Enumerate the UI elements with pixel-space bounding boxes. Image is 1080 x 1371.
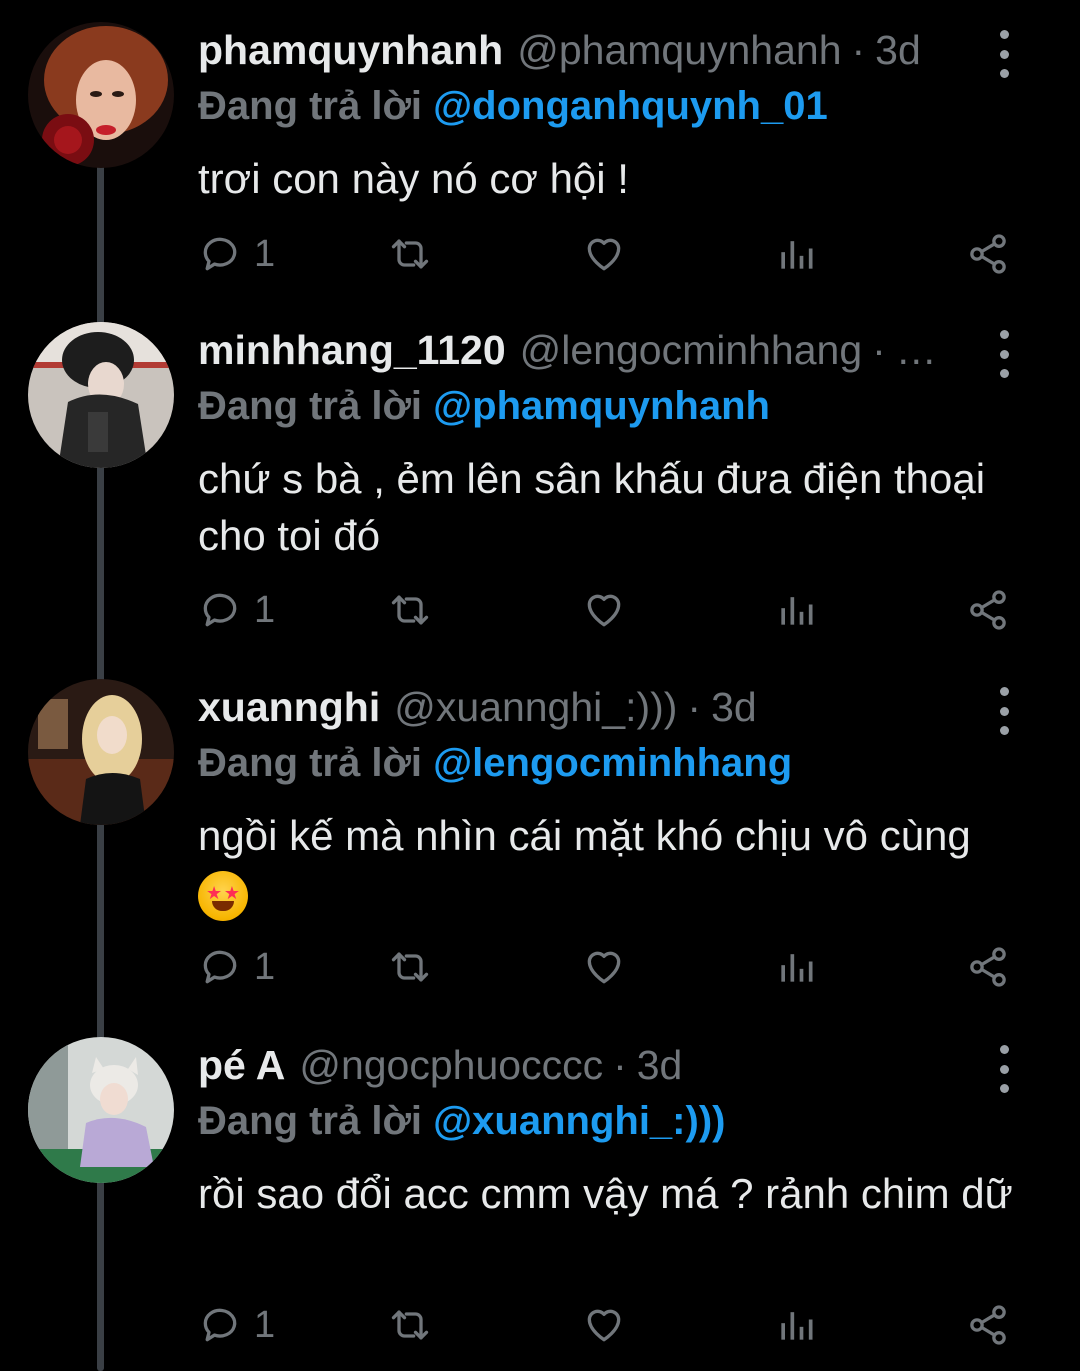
timestamp[interactable]: … — [896, 327, 937, 374]
timestamp[interactable]: 3d — [637, 1042, 683, 1089]
user-handle[interactable]: @lengocminhhang — [520, 327, 863, 374]
more-options-icon[interactable] — [992, 1045, 1016, 1093]
star-struck-emoji-icon: ★ ★ — [198, 870, 248, 921]
tweet-reply[interactable]: phamquynhanh @phamquynhanh · 3d Đang trả… — [0, 22, 1080, 312]
user-handle[interactable]: @phamquynhanh — [517, 27, 841, 74]
retweet-icon — [391, 1310, 429, 1340]
replying-label: Đang trả lời — [198, 84, 423, 128]
like-button[interactable] — [582, 580, 626, 640]
reply-count: 1 — [254, 945, 276, 988]
views-icon — [781, 241, 813, 269]
share-icon — [970, 947, 1006, 987]
heart-icon — [587, 238, 621, 271]
avatar[interactable] — [28, 22, 174, 168]
views-button[interactable] — [774, 1295, 818, 1355]
reply-count: 1 — [254, 588, 276, 631]
reply-button[interactable]: 1 — [198, 224, 275, 284]
user-handle[interactable]: @ngocphuocccc — [299, 1042, 603, 1089]
tweet-reply[interactable]: pé A @ngocphuocccc · 3d Đang trả lời @xu… — [0, 1037, 1080, 1367]
retweet-button[interactable] — [388, 580, 432, 640]
reply-icon — [203, 593, 237, 627]
views-button[interactable] — [774, 224, 818, 284]
views-icon — [781, 597, 813, 625]
display-name[interactable]: minhhang_1120 — [198, 327, 506, 374]
separator-dot: · — [851, 26, 866, 73]
share-icon — [970, 1305, 1006, 1345]
tweet-text: chứ s bà , ẻm lên sân khấu đưa điện thoạ… — [198, 455, 986, 559]
share-button[interactable] — [966, 937, 1010, 997]
replying-to: Đang trả lời @xuannghi_:))) — [198, 1095, 1050, 1147]
display-name[interactable]: xuannghi — [198, 684, 380, 731]
retweet-icon — [391, 595, 429, 625]
retweet-icon — [391, 239, 429, 269]
action-bar: 1 — [198, 580, 1018, 640]
replying-label: Đang trả lời — [198, 1099, 423, 1143]
action-bar: 1 — [198, 1295, 1018, 1355]
like-button[interactable] — [582, 224, 626, 284]
avatar[interactable] — [28, 322, 174, 468]
display-name[interactable]: phamquynhanh — [198, 27, 503, 74]
timestamp[interactable]: 3d — [875, 27, 921, 74]
reply-icon — [203, 950, 237, 984]
share-button[interactable] — [966, 224, 1010, 284]
replying-to: Đang trả lời @lengocminhhang — [198, 737, 1050, 789]
views-button[interactable] — [774, 580, 818, 640]
reply-icon — [203, 1308, 237, 1342]
retweet-icon — [391, 952, 429, 982]
action-bar: 1 — [198, 937, 1018, 997]
reply-mention-link[interactable]: @donganhquynh_01 — [433, 84, 828, 128]
share-icon — [970, 234, 1006, 274]
like-button[interactable] — [582, 1295, 626, 1355]
user-handle[interactable]: @xuannghi_:))) — [394, 684, 677, 731]
heart-icon — [587, 1309, 621, 1342]
reply-button[interactable]: 1 — [198, 937, 275, 997]
retweet-button[interactable] — [388, 1295, 432, 1355]
display-name[interactable]: pé A — [198, 1042, 285, 1089]
replying-to: Đang trả lời @phamquynhanh — [198, 380, 1050, 432]
avatar[interactable] — [28, 1037, 174, 1183]
tweet-text: trơi con này nó cơ hội ! — [198, 155, 629, 202]
retweet-button[interactable] — [388, 224, 432, 284]
reply-count: 1 — [254, 232, 276, 275]
share-button[interactable] — [966, 580, 1010, 640]
retweet-button[interactable] — [388, 937, 432, 997]
tweet-text: rồi sao đổi acc cmm vậy má ? rảnh chim d… — [198, 1170, 1013, 1217]
heart-icon — [587, 951, 621, 984]
heart-icon — [587, 594, 621, 627]
tweet-reply[interactable]: minhhang_1120 @lengocminhhang · … Đang t… — [0, 322, 1080, 652]
separator-dot: · — [613, 1041, 627, 1088]
tweet-text-content: ngồi kế mà nhìn cái mặt khó chịu vô cùng — [198, 812, 971, 859]
action-bar: 1 — [198, 224, 1018, 284]
more-options-icon[interactable] — [992, 30, 1016, 78]
views-icon — [781, 954, 813, 982]
tweet-text: ngồi kế mà nhìn cái mặt khó chịu vô cùng… — [198, 807, 1050, 921]
views-icon — [781, 1312, 813, 1340]
more-options-icon[interactable] — [992, 687, 1016, 735]
replying-label: Đang trả lời — [198, 741, 423, 785]
timestamp[interactable]: 3d — [711, 684, 757, 731]
more-options-icon[interactable] — [992, 330, 1016, 378]
reply-mention-link[interactable]: @lengocminhhang — [433, 741, 792, 785]
views-button[interactable] — [774, 937, 818, 997]
replying-label: Đang trả lời — [198, 384, 423, 428]
replying-to: Đang trả lời @donganhquynh_01 — [198, 80, 1050, 132]
reply-mention-link[interactable]: @xuannghi_:))) — [433, 1099, 725, 1143]
like-button[interactable] — [582, 937, 626, 997]
reply-count: 1 — [254, 1303, 276, 1346]
tweet-reply[interactable]: xuannghi @xuannghi_:))) · 3d Đang trả lờ… — [0, 679, 1080, 1009]
share-button[interactable] — [966, 1295, 1010, 1355]
reply-icon — [203, 237, 237, 271]
separator-dot: · — [872, 326, 886, 373]
share-icon — [970, 590, 1006, 630]
reply-button[interactable]: 1 — [198, 580, 275, 640]
reply-button[interactable]: 1 — [198, 1295, 275, 1355]
separator-dot: · — [687, 683, 702, 730]
avatar[interactable] — [28, 679, 174, 825]
reply-mention-link[interactable]: @phamquynhanh — [433, 384, 770, 428]
